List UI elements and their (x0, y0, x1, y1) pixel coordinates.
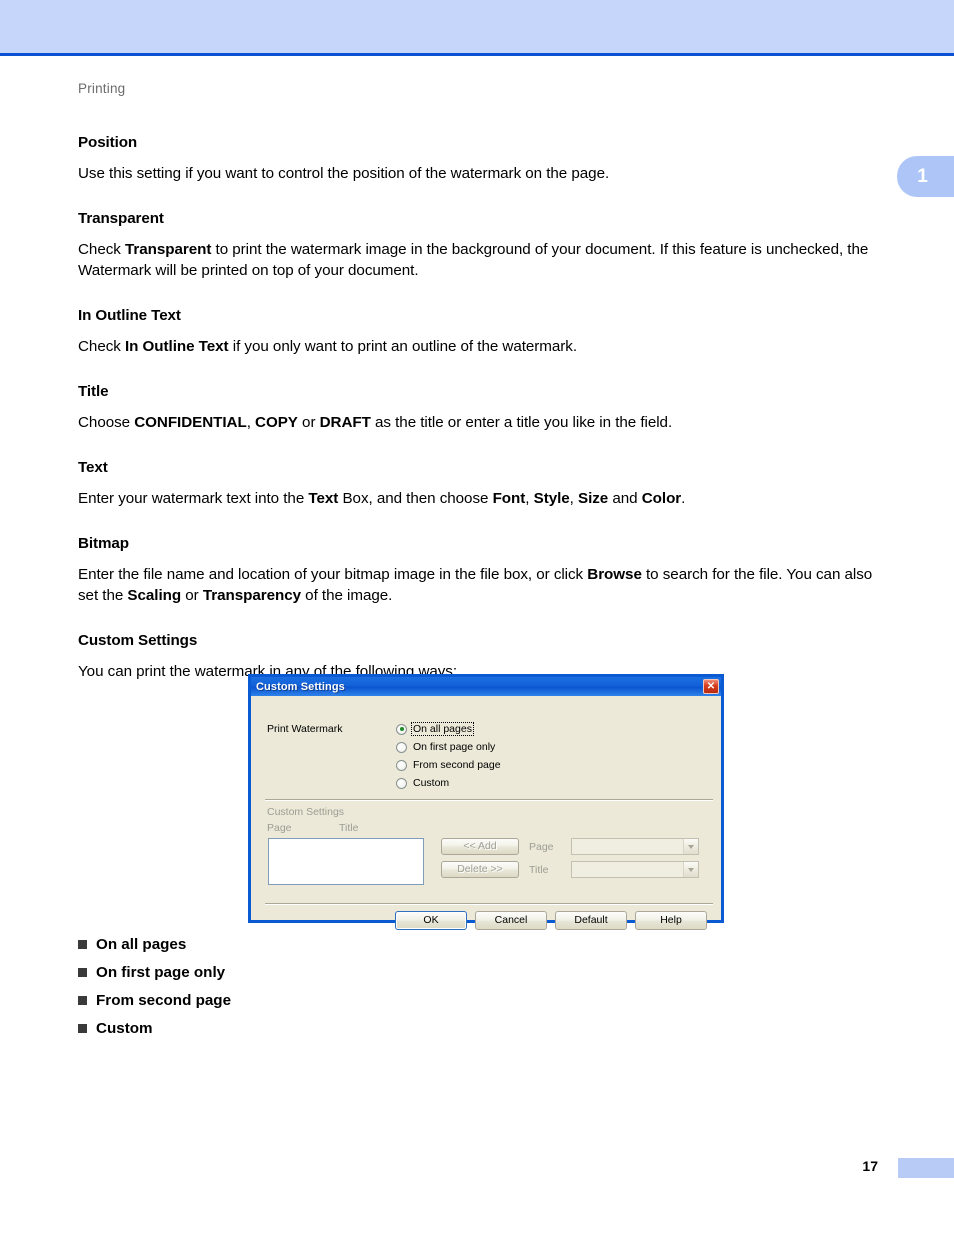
ok-button[interactable]: OK (395, 911, 467, 930)
page-field-label: Page (529, 841, 554, 853)
list-item: Custom (78, 1014, 578, 1042)
radio-on-first-page-only[interactable]: On first page only (396, 738, 502, 756)
radio-label: Custom (413, 777, 450, 789)
chevron-down-icon (683, 839, 698, 854)
add-button[interactable]: << Add (441, 838, 519, 855)
print-watermark-label: Print Watermark (267, 723, 343, 735)
list-item: From second page (78, 986, 578, 1014)
radio-indicator-icon (396, 723, 407, 735)
radio-indicator-icon (396, 777, 407, 789)
column-header-page: Page (267, 822, 292, 834)
square-bullet-icon (78, 1023, 87, 1033)
list-item: On all pages (78, 930, 578, 958)
footer-accent-bar (898, 1158, 954, 1178)
section-text: Text Enter your watermark text into the … (78, 459, 883, 509)
dialog-footer-buttons: OK Cancel Default Help (251, 911, 721, 930)
radio-indicator-icon (396, 759, 407, 771)
watermark-modes-list: On all pages On first page only From sec… (78, 930, 578, 1042)
radio-custom[interactable]: Custom (396, 774, 502, 792)
page-dropdown[interactable] (571, 838, 699, 855)
section-title: Title Choose CONFIDENTIAL, COPY or DRAFT… (78, 383, 883, 433)
chevron-down-icon (683, 862, 698, 877)
radio-label: On all pages (411, 722, 474, 736)
section-heading: Position (78, 134, 138, 151)
section-bitmap: Bitmap Enter the file name and location … (78, 535, 883, 606)
square-bullet-icon (78, 967, 87, 977)
section-heading: Custom Settings (78, 632, 198, 649)
section-body: Check Transparent to print the watermark… (78, 241, 869, 279)
section-heading: Text (78, 459, 108, 476)
square-bullet-icon (78, 995, 87, 1005)
custom-settings-group-label: Custom Settings (267, 806, 345, 818)
custom-settings-listbox[interactable] (268, 838, 424, 885)
section-body: Enter the file name and location of your… (78, 566, 873, 604)
list-item: On first page only (78, 958, 578, 986)
radio-label: From second page (413, 759, 501, 771)
section-in-outline-text: In Outline Text Check In Outline Text if… (78, 307, 883, 357)
running-head: Printing (78, 81, 126, 96)
radio-on-all-pages[interactable]: On all pages (396, 720, 502, 738)
print-watermark-radio-group: On all pages On first page only From sec… (396, 720, 502, 792)
help-button[interactable]: Help (635, 911, 707, 930)
chapter-number-label: 1 (917, 165, 928, 187)
page-header-band (0, 0, 954, 56)
section-position: Position Use this setting if you want to… (78, 134, 883, 184)
list-item-label: On all pages (96, 935, 187, 953)
section-heading: Title (78, 383, 109, 400)
title-dropdown[interactable] (571, 861, 699, 878)
custom-settings-dialog-figure: Custom Settings ✕ Print Watermark On all… (248, 674, 724, 930)
default-button[interactable]: Default (555, 911, 627, 930)
section-heading: In Outline Text (78, 307, 181, 324)
list-item-label: Custom (96, 1019, 153, 1037)
close-icon[interactable]: ✕ (703, 679, 719, 694)
section-heading: Transparent (78, 210, 164, 227)
delete-button[interactable]: Delete >> (441, 861, 519, 878)
section-body: Check In Outline Text if you only want t… (78, 338, 578, 355)
title-field-label: Title (529, 864, 549, 876)
radio-label: On first page only (413, 741, 496, 753)
square-bullet-icon (78, 939, 87, 949)
radio-indicator-icon (396, 741, 407, 753)
cancel-button[interactable]: Cancel (475, 911, 547, 930)
group-separator-top (265, 799, 713, 801)
dialog-body: Print Watermark On all pages On first pa… (251, 696, 721, 930)
group-separator-bottom (265, 903, 713, 905)
dialog-title: Custom Settings (256, 680, 345, 693)
section-body: Use this setting if you want to control … (78, 165, 610, 182)
section-body: Enter your watermark text into the Text … (78, 490, 686, 507)
list-item-label: On first page only (96, 963, 226, 981)
dialog-titlebar: Custom Settings ✕ (251, 677, 721, 696)
chapter-number-tab: 1 (897, 156, 954, 197)
page-number: 17 (862, 1158, 878, 1174)
section-transparent: Transparent Check Transparent to print t… (78, 210, 883, 281)
document-body: Position Use this setting if you want to… (78, 134, 883, 708)
radio-from-second-page[interactable]: From second page (396, 756, 502, 774)
list-item-label: From second page (96, 991, 232, 1009)
column-header-title: Title (339, 822, 359, 834)
section-heading: Bitmap (78, 535, 129, 552)
section-body: Choose CONFIDENTIAL, COPY or DRAFT as th… (78, 414, 673, 431)
